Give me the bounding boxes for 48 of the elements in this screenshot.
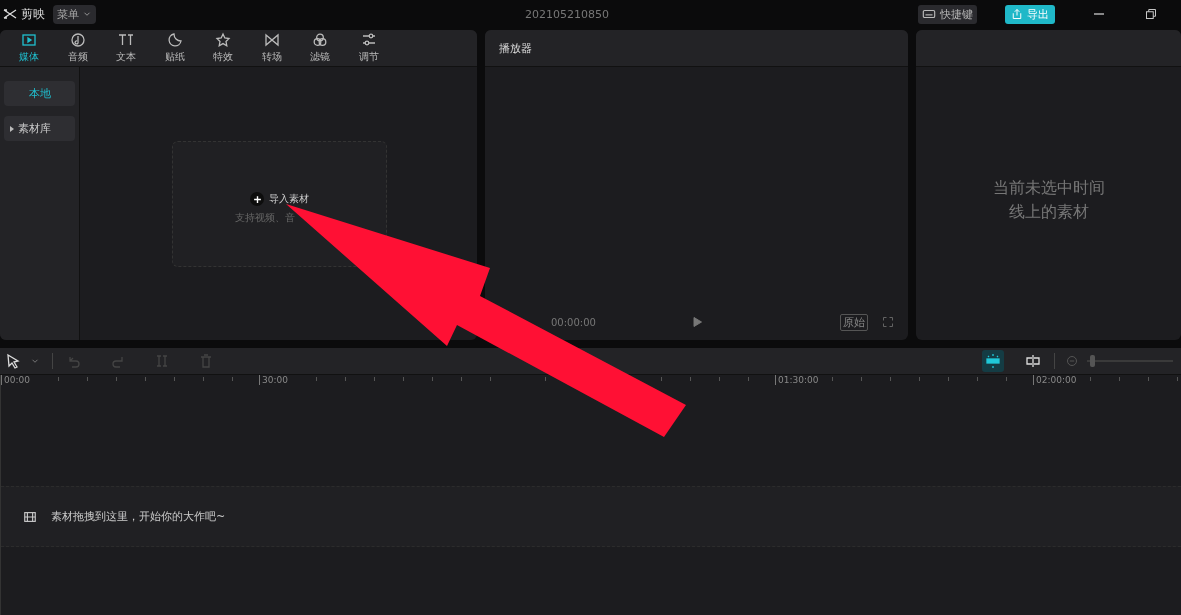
circles-icon <box>312 32 329 48</box>
cursor-icon <box>5 353 21 369</box>
project-name: 202105210850 <box>524 7 610 21</box>
restore-icon <box>1145 6 1157 22</box>
share-icon <box>1011 8 1023 20</box>
plus-icon <box>252 194 262 204</box>
time-display: 00:00:00 <box>551 316 597 328</box>
ruler-label: 30:00 <box>259 375 288 385</box>
drop-hint: 素材拖拽到这里，开始你的大作吧~ <box>51 509 226 524</box>
play-button[interactable] <box>691 314 703 330</box>
app-name: 剪映 <box>21 5 45 23</box>
tab[interactable]: 媒体 <box>5 30 54 66</box>
ruler-label: 01:30:00 <box>775 375 819 385</box>
empty-message: 当前未选中时间线上的素材 <box>991 176 1106 223</box>
snap-button[interactable] <box>982 350 1004 372</box>
tab[interactable]: 音频 <box>53 30 102 66</box>
tab[interactable]: 特效 <box>199 30 248 66</box>
minus-circle-icon <box>1066 353 1078 369</box>
fullscreen-icon <box>882 314 894 330</box>
ratio-button[interactable]: 原始 <box>840 313 868 331</box>
minimize-icon <box>1094 13 1104 15</box>
triangle-icon <box>10 125 14 132</box>
split-icon <box>154 353 170 369</box>
tab[interactable]: 贴纸 <box>150 30 199 66</box>
shortcut-button[interactable]: 快捷键 <box>918 4 977 24</box>
ruler-label: 02:00:00 <box>1033 375 1077 385</box>
logo-icon <box>2 6 18 22</box>
link-icon <box>1025 353 1041 369</box>
play-icon <box>691 314 703 330</box>
sidebar-item[interactable]: 本地 <box>4 81 75 106</box>
menu-button[interactable]: 菜单 <box>53 4 96 24</box>
tab[interactable]: 滤镜 <box>296 30 345 66</box>
music-note-icon <box>69 32 86 48</box>
tab[interactable]: 文本 <box>102 30 151 66</box>
trash-icon <box>198 353 214 369</box>
fullscreen-button[interactable] <box>882 314 894 330</box>
play-screen-icon <box>21 32 38 48</box>
tab[interactable]: 转场 <box>247 30 296 66</box>
sidebar-item[interactable]: 素材库 <box>4 116 75 141</box>
magnet-icon <box>985 353 1001 369</box>
import-button[interactable]: 导入素材 <box>250 192 309 206</box>
panel-title: 播放器 <box>499 40 532 56</box>
bowtie-icon <box>263 32 280 48</box>
tab[interactable]: 调节 <box>344 30 393 66</box>
slider-thumb[interactable] <box>1090 355 1096 367</box>
star-icon <box>215 32 232 48</box>
sticker-icon <box>166 32 183 48</box>
ruler-label: 00:00 <box>1 375 30 385</box>
